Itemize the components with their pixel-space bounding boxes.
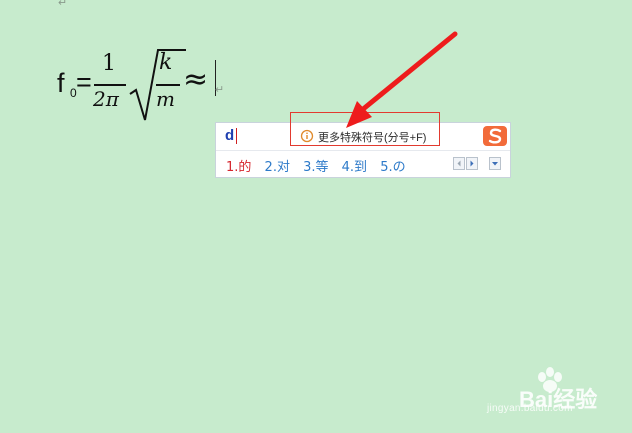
watermark-url: jingyan.baidu.com	[487, 403, 573, 414]
